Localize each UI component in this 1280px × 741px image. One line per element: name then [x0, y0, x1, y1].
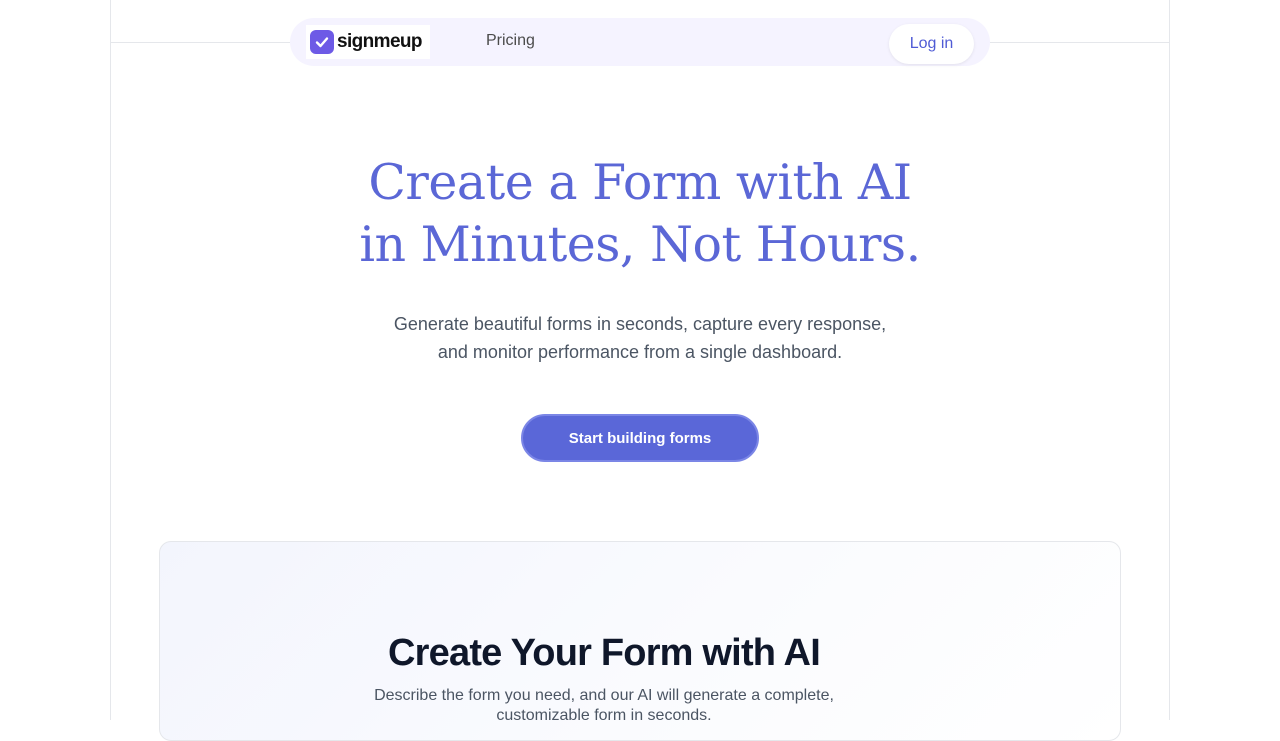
login-button[interactable]: Log in: [889, 24, 974, 64]
hero-title-line-1: Create a Form with AI: [368, 154, 912, 211]
hero-subtitle: Generate beautiful forms in seconds, cap…: [340, 310, 940, 366]
hero-subtitle-line-1: Generate beautiful forms in seconds, cap…: [393, 314, 887, 334]
navbar: signmeup Pricing Log in: [290, 18, 990, 66]
card-description-line-2: customizable form in seconds.: [496, 707, 712, 724]
start-building-forms-button[interactable]: Start building forms: [521, 414, 759, 462]
hero-title-line-2: in Minutes, Not Hours.: [359, 216, 921, 273]
logo-text: signmeup: [337, 31, 423, 52]
card-title: Create Your Form with AI: [388, 632, 821, 674]
card-description: Describe the form you need, and our AI w…: [160, 686, 1048, 726]
hero-title: Create a Form with AI in Minutes, Not Ho…: [240, 152, 1040, 276]
logo[interactable]: signmeup: [306, 25, 430, 59]
hero-subtitle-line-2: and monitor performance from a single da…: [437, 342, 843, 362]
check-square-icon: [310, 30, 334, 54]
ai-form-card: Create Your Form with AI Describe the fo…: [159, 541, 1121, 741]
nav-link-pricing[interactable]: Pricing: [486, 32, 535, 50]
card-description-line-1: Describe the form you need, and our AI w…: [374, 687, 834, 704]
